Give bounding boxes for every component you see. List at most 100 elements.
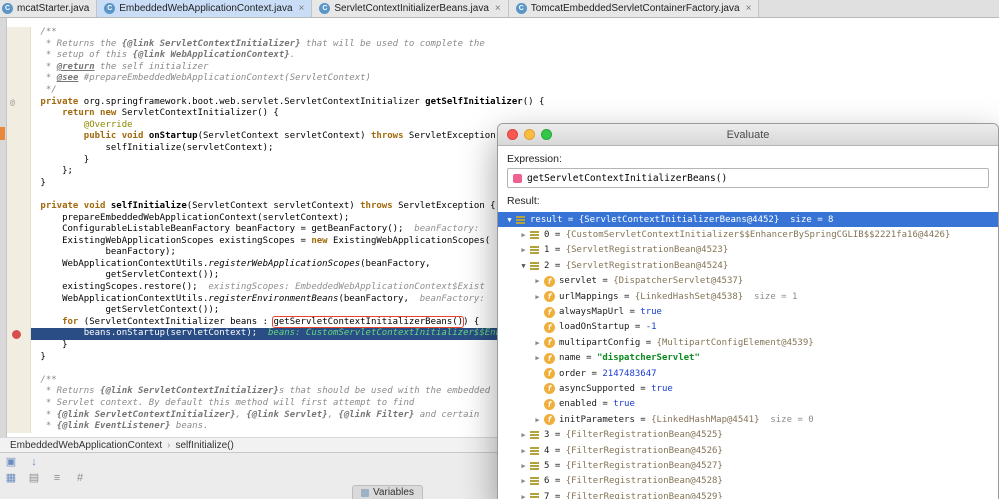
code-line: * setup of this {@link WebApplicationCon… bbox=[7, 50, 999, 62]
bookmark-marker bbox=[0, 127, 5, 140]
list-item-icon bbox=[530, 230, 540, 240]
expression-input[interactable]: getServletContextInitializerBeans() bbox=[507, 168, 989, 188]
tree-row[interactable]: ▶4 = {FilterRegistrationBean@4526} bbox=[498, 443, 998, 458]
code-segment: * bbox=[35, 73, 57, 83]
tree-text: servlet = bbox=[559, 276, 613, 286]
tree-text: 2 = bbox=[544, 261, 566, 271]
code-segment: onStartup bbox=[149, 131, 198, 141]
code-text: * Returns the {@link ServletContextIniti… bbox=[31, 39, 999, 51]
code-segment: ExistingWebApplicationScopes existingSco… bbox=[35, 236, 311, 246]
breakpoint-icon[interactable] bbox=[12, 330, 21, 339]
tree-row[interactable]: ▶furlMappings = {LinkedHashSet@4538} siz… bbox=[498, 289, 998, 304]
gutter bbox=[7, 143, 31, 155]
menu-icon[interactable]: ≡ bbox=[50, 472, 64, 485]
gutter bbox=[7, 213, 31, 225]
tree-row[interactable]: ▼ 2 = {ServletRegistrationBean@4524} bbox=[498, 258, 998, 273]
tree-row[interactable]: ▶3 = {FilterRegistrationBean@4525} bbox=[498, 427, 998, 442]
tab-TomcatEmbeddedServletContainerFactory.java[interactable]: CTomcatEmbeddedServletContainerFactory.j… bbox=[509, 0, 760, 17]
tree-row[interactable]: ▶finitParameters = {LinkedHashMap@4541} … bbox=[498, 412, 998, 427]
tab-mcatStarter.java[interactable]: CmcatStarter.java bbox=[0, 0, 97, 17]
zoom-button[interactable] bbox=[541, 129, 552, 140]
field-icon: f bbox=[544, 337, 555, 348]
view-grid-icon[interactable]: ▦ bbox=[4, 472, 18, 485]
close-button[interactable] bbox=[507, 129, 518, 140]
chevron-collapsed-icon[interactable]: ▶ bbox=[518, 493, 529, 499]
code-segment: @Override bbox=[84, 120, 133, 130]
tree-row[interactable]: falwaysMapUrl = true bbox=[498, 304, 998, 319]
result-tree: ▼result = {ServletContextInitializerBean… bbox=[498, 212, 998, 499]
left-edge-strip bbox=[0, 18, 7, 437]
tree-row[interactable]: ▶fservlet = {DispatcherServlet@4537} bbox=[498, 274, 998, 289]
code-segment: existingScopes.restore(); bbox=[35, 282, 208, 292]
chevron-collapsed-icon[interactable]: ▶ bbox=[518, 477, 529, 485]
code-segment: beans. bbox=[170, 421, 208, 431]
code-segment: beanFactory: bbox=[414, 224, 484, 234]
code-segment: for bbox=[62, 317, 84, 327]
chevron-collapsed-icon[interactable]: ▶ bbox=[518, 431, 529, 439]
code-segment: beanFactory); bbox=[35, 247, 176, 257]
code-segment bbox=[35, 131, 84, 141]
tab-close-icon[interactable]: × bbox=[746, 4, 752, 14]
show-execution-point-icon[interactable]: ▣ bbox=[4, 456, 18, 469]
pin-icon[interactable]: # bbox=[73, 472, 87, 485]
tree-text: {ServletRegistrationBean@4524} bbox=[566, 261, 729, 271]
chevron-expanded-icon[interactable]: ▼ bbox=[504, 216, 515, 224]
tree-row[interactable]: ▼result = {ServletContextInitializerBean… bbox=[498, 212, 998, 227]
minimize-button[interactable] bbox=[524, 129, 535, 140]
tree-row[interactable]: ▶6 = {FilterRegistrationBean@4528} bbox=[498, 474, 998, 489]
chevron-expanded-icon[interactable]: ▼ bbox=[518, 262, 529, 270]
gutter[interactable] bbox=[7, 328, 31, 340]
breadcrumb-item-class[interactable]: EmbeddedWebApplicationContext bbox=[10, 440, 162, 451]
list-item-icon bbox=[530, 430, 540, 440]
tree-row[interactable]: ▶0 = {CustomServletContextInitializer$$E… bbox=[498, 227, 998, 242]
tree-row[interactable]: floadOnStartup = -1 bbox=[498, 320, 998, 335]
code-segment: ServletContextInitializer() { bbox=[122, 108, 279, 118]
field-icon: f bbox=[544, 276, 555, 287]
tab-label: TomcatEmbeddedServletContainerFactory.ja… bbox=[531, 3, 740, 14]
tree-row[interactable]: ▶fname = "dispatcherServlet" bbox=[498, 351, 998, 366]
gutter bbox=[7, 108, 31, 120]
tree-text: {ServletContextInitializerBeans@4452} bbox=[579, 215, 785, 225]
dialog-titlebar[interactable]: Evaluate bbox=[498, 124, 998, 146]
tree-row[interactable]: fasyncSupported = true bbox=[498, 381, 998, 396]
tree-text: true bbox=[640, 307, 662, 317]
chevron-collapsed-icon[interactable]: ▶ bbox=[532, 293, 543, 301]
gutter bbox=[7, 410, 31, 422]
breadcrumb-item-method[interactable]: selfInitialize() bbox=[175, 440, 233, 451]
tree-row[interactable]: ▶fmultipartConfig = {MultipartConfigElem… bbox=[498, 335, 998, 350]
code-segment: {@link Servlet} bbox=[246, 410, 327, 420]
code-text: */ bbox=[31, 85, 999, 97]
view-list-icon[interactable]: ▤ bbox=[27, 472, 41, 485]
chevron-collapsed-icon[interactable]: ▶ bbox=[532, 354, 543, 362]
tab-ServletContextInitializerBeans.java[interactable]: CServletContextInitializerBeans.java× bbox=[312, 0, 508, 17]
code-segment: (beanFactory, bbox=[338, 294, 419, 304]
chevron-collapsed-icon[interactable]: ▶ bbox=[518, 246, 529, 254]
step-over-icon[interactable]: ↓ bbox=[27, 456, 41, 469]
tree-text: multipartConfig = bbox=[559, 338, 657, 348]
tree-text: {FilterRegistrationBean@4525} bbox=[566, 430, 723, 440]
chevron-collapsed-icon[interactable]: ▶ bbox=[518, 231, 529, 239]
tab-variables[interactable]: Variables bbox=[352, 485, 423, 499]
tree-row[interactable]: fenabled = true bbox=[498, 397, 998, 412]
code-segment: {@link ServletContextInitializer} bbox=[57, 410, 236, 420]
gutter bbox=[7, 247, 31, 259]
tree-row[interactable]: forder = 2147483647 bbox=[498, 366, 998, 381]
tree-row[interactable]: ▶1 = {ServletRegistrationBean@4523} bbox=[498, 243, 998, 258]
chevron-collapsed-icon[interactable]: ▶ bbox=[532, 277, 543, 285]
tab-EmbeddedWebApplicationContext.java[interactable]: CEmbeddedWebApplicationContext.java× bbox=[97, 0, 312, 17]
code-segment: new bbox=[311, 236, 333, 246]
field-icon: f bbox=[544, 291, 555, 302]
variables-icon bbox=[361, 489, 369, 497]
chevron-collapsed-icon[interactable]: ▶ bbox=[518, 447, 529, 455]
code-segment: WebApplicationContextUtils. bbox=[35, 294, 208, 304]
list-item-icon bbox=[530, 446, 540, 456]
chevron-collapsed-icon[interactable]: ▶ bbox=[518, 462, 529, 470]
tree-row[interactable]: ▶5 = {FilterRegistrationBean@4527} bbox=[498, 458, 998, 473]
tree-row[interactable]: ▶7 = {FilterRegistrationBean@4529} bbox=[498, 489, 998, 499]
chevron-collapsed-icon[interactable]: ▶ bbox=[532, 339, 543, 347]
tab-close-icon[interactable]: × bbox=[495, 4, 501, 14]
tab-close-icon[interactable]: × bbox=[299, 4, 305, 14]
chevron-collapsed-icon[interactable]: ▶ bbox=[532, 416, 543, 424]
code-segment: * bbox=[35, 410, 57, 420]
tree-text: {LinkedHashSet@4538} bbox=[635, 292, 749, 302]
